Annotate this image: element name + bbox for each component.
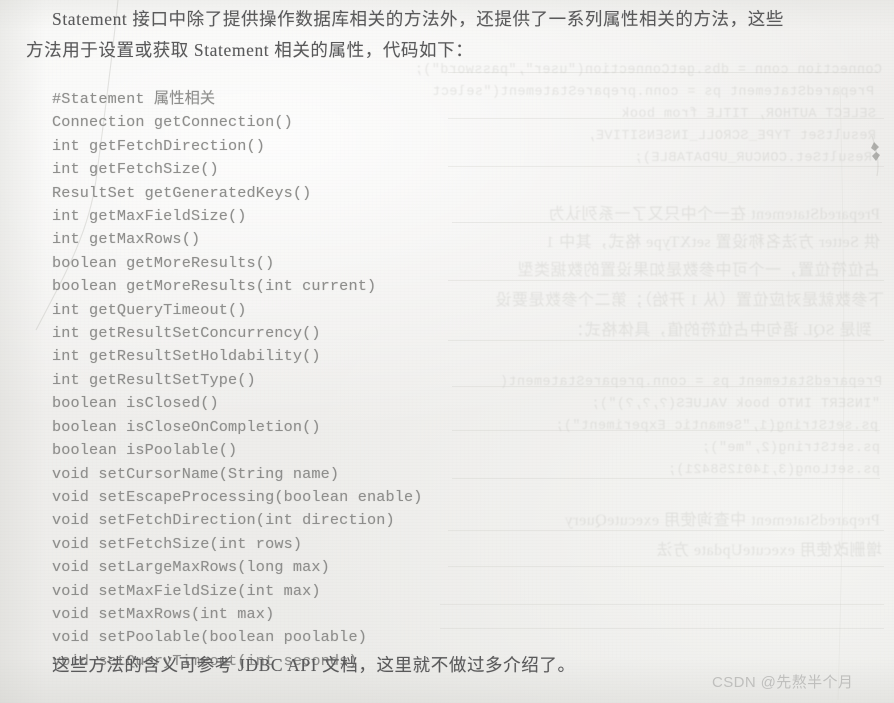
code-line: void setCursorName(String name) — [52, 464, 340, 483]
code-line: void setMaxFieldSize(int max) — [52, 581, 321, 600]
paper-speck-mark — [871, 142, 880, 161]
code-line: int getMaxFieldSize() — [52, 207, 247, 226]
code-listing: #Statement 属性相关 Connection getConnection… — [52, 88, 752, 673]
closing-paragraph: 这些方法的含义可参考 JDBC API 文档，这里就不做过多介绍了。 — [52, 655, 576, 675]
code-line: void setMaxRows(int max) — [52, 604, 275, 623]
code-line: ResultSet getGeneratedKeys() — [52, 183, 312, 202]
code-line: int getQueryTimeout() — [52, 300, 247, 319]
code-line: int getResultSetHoldability() — [52, 347, 321, 366]
intro-paragraph-line-2: 方法用于设置或获取 Statement 相关的属性，代码如下： — [26, 40, 474, 60]
code-line: int getMaxRows() — [52, 230, 201, 249]
intro-paragraph-line-1: Statement 接口中除了提供操作数据库相关的方法外，还提供了一系列属性相关… — [52, 9, 784, 29]
code-line: boolean isCloseOnCompletion() — [52, 417, 321, 436]
code-line: Connection getConnection() — [52, 113, 293, 132]
code-line: void setFetchSize(int rows) — [52, 534, 303, 553]
code-line: boolean isPoolable() — [52, 441, 238, 460]
code-line: int getFetchSize() — [52, 160, 219, 179]
code-line: int getFetchDirection() — [52, 136, 266, 155]
code-line: void setEscapeProcessing(boolean enable) — [52, 487, 423, 506]
code-line: void setLargeMaxRows(long max) — [52, 558, 330, 577]
code-line: void setFetchDirection(int direction) — [52, 511, 395, 530]
scanned-book-page: Connection conn = dbs.getConnection("use… — [0, 0, 894, 703]
bleed-mono-line-1: Connection conn = dbs.getConnection("use… — [414, 63, 882, 78]
code-line: boolean getMoreResults() — [52, 253, 275, 272]
code-line: #Statement 属性相关 — [52, 90, 216, 108]
bleed-rule-1 — [448, 72, 878, 73]
code-line: void setPoolable(boolean poolable) — [52, 628, 367, 647]
code-line: int getResultSetType() — [52, 370, 256, 389]
code-line: boolean getMoreResults(int current) — [52, 277, 377, 296]
code-line: int getResultSetConcurrency() — [52, 324, 321, 343]
csdn-watermark: CSDN @先熬半个月 — [712, 674, 854, 691]
code-line: boolean isClosed() — [52, 394, 219, 413]
